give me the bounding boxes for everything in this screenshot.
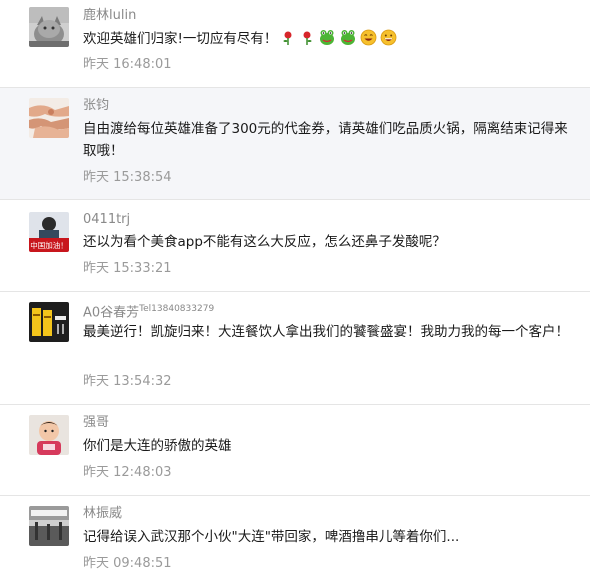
comment-username[interactable]: 张钧 — [83, 98, 109, 114]
comment-text: 欢迎英雄们归家!一切应有尽有！ — [83, 28, 569, 53]
avatar-caption: 中国加油！ — [30, 240, 68, 250]
emoji-row — [277, 29, 397, 47]
comment-timestamp: 昨天 16:48:01 — [83, 57, 172, 72]
comment-username[interactable]: A0谷春芳Tel13840833279 — [83, 301, 214, 321]
comment-list: 鹿林lulin 欢迎英雄们归家!一切应有尽有！ 昨天 16:48:01 张钧 自… — [0, 0, 590, 573]
comment-text: 自由渡给每位英雄准备了300元的代金券，请英雄们吃品质火锅，隔离结束记得来取哦！ — [83, 121, 568, 159]
phone-tag: Tel13840833279 — [139, 304, 215, 314]
avatar[interactable] — [29, 98, 69, 138]
avatar[interactable] — [29, 302, 69, 342]
hands-photo-avatar — [29, 98, 69, 138]
comment-text: 最美逆行！凯旋归来！大连餐饮人拿出我们的饕餮盛宴！我助力我的每一个客户！ — [83, 324, 569, 340]
comment-item: 张钧 自由渡给每位英雄准备了300元的代金券，请英雄们吃品质火锅，隔离结束记得来… — [0, 88, 590, 200]
comment-timestamp: 昨天 15:38:54 — [83, 170, 172, 185]
comment-text: 还以为看个美食app不能有这么大反应，怎么还鼻子发酸呢？ — [83, 234, 446, 250]
comment-item: 强哥 你们是大连的骄傲的英雄 昨天 12:48:03 — [0, 405, 590, 496]
street-photo-avatar — [29, 506, 69, 546]
comment-item: 中国加油！ 0411trj 还以为看个美食app不能有这么大反应，怎么还鼻子发酸… — [0, 200, 590, 292]
frog-icon — [318, 28, 336, 53]
avatar[interactable]: 中国加油！ — [29, 212, 69, 252]
flag-photo-avatar: 中国加油！ — [29, 212, 69, 252]
avatar[interactable] — [29, 7, 69, 47]
avatar[interactable] — [29, 415, 69, 455]
rose-icon — [280, 30, 296, 53]
comment-item: A0谷春芳Tel13840833279 最美逆行！凯旋归来！大连餐饮人拿出我们的… — [0, 292, 590, 405]
comment-text: 你们是大连的骄傲的英雄 — [83, 438, 232, 454]
comment-username[interactable]: 林振威 — [83, 506, 122, 522]
comment-item: 林振威 记得给误入武汉那个小伙"大连"带回家，啤酒撸串儿等着你们... 昨天 0… — [0, 496, 590, 573]
cat-photo-avatar — [29, 7, 69, 47]
comment-timestamp: 昨天 12:48:03 — [83, 465, 172, 480]
frog-icon — [339, 28, 357, 53]
rose-icon — [299, 30, 315, 53]
comment-timestamp: 昨天 15:33:21 — [83, 261, 172, 276]
grin-face-icon — [360, 29, 377, 53]
comment-timestamp: 昨天 09:48:51 — [83, 556, 172, 571]
comment-username[interactable]: 鹿林lulin — [83, 8, 136, 24]
comment-text: 记得给误入武汉那个小伙"大连"带回家，啤酒撸串儿等着你们... — [83, 529, 460, 545]
comment-item: 鹿林lulin 欢迎英雄们归家!一切应有尽有！ 昨天 16:48:01 — [0, 0, 590, 88]
baby-photo-avatar — [29, 415, 69, 455]
comment-username[interactable]: 强哥 — [83, 415, 109, 431]
comment-timestamp: 昨天 13:54:32 — [83, 374, 172, 389]
comment-username[interactable]: 0411trj — [83, 212, 130, 228]
menu-photo-avatar — [29, 302, 69, 342]
laugh-face-icon — [380, 29, 397, 53]
avatar[interactable] — [29, 506, 69, 546]
